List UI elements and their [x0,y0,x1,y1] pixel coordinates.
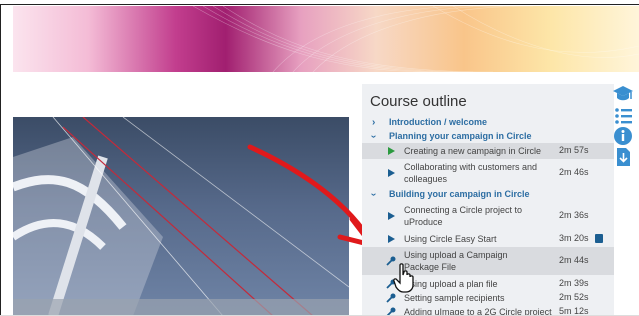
key-icon [386,293,396,303]
section-planning[interactable]: › Planning your campaign in Circle [362,131,614,143]
list-icon[interactable] [612,106,634,126]
play-icon [388,169,395,177]
section-building[interactable]: › Building your campaign in Circle [362,189,614,201]
section-introduction[interactable]: › Introduction / welcome [362,117,614,129]
course-banner-image [13,6,639,72]
download-icon[interactable] [612,147,634,167]
lesson-item[interactable]: Creating a new campaign in Circle 2m 57s [362,143,614,159]
chevron-right-icon: › [372,117,376,128]
course-outline-title: Course outline [370,93,467,110]
play-icon [388,212,395,220]
left-border [0,5,1,316]
play-icon [388,147,395,155]
hand-pointer-cursor [393,263,414,293]
info-icon[interactable] [612,126,634,146]
red-annotation-arrow [247,144,375,248]
lesson-item[interactable]: Setting sample recipients 2m 52s [362,291,614,305]
lesson-item[interactable]: Collaborating with customers and colleag… [362,159,614,187]
graduation-cap-icon[interactable] [612,84,634,104]
play-icon [388,235,395,243]
document-icon[interactable] [595,234,603,243]
lesson-item[interactable]: Using Circle Easy Start 3m 20s [362,231,614,247]
top-border [0,0,639,5]
lesson-item[interactable]: Connecting a Circle project to uProduce … [362,202,614,230]
chevron-down-icon: › [368,192,380,197]
chevron-down-icon: › [368,134,380,139]
